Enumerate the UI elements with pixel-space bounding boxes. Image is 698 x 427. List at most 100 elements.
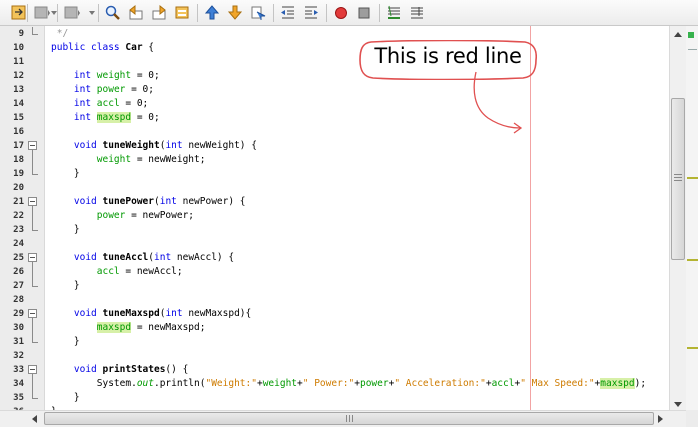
line-number: 14: [13, 99, 24, 109]
stripe-marker[interactable]: [687, 177, 698, 179]
code-line[interactable]: }: [51, 391, 80, 405]
fold-end: [32, 230, 38, 231]
error-stripe[interactable]: [686, 26, 698, 410]
code-token: int: [165, 308, 189, 319]
code-token: tunePower: [102, 196, 154, 207]
fold-toggle-icon[interactable]: [28, 309, 37, 318]
scroll-down-arrow-icon[interactable]: [674, 402, 682, 407]
line-number: 27: [13, 281, 24, 291]
code-token: );: [634, 378, 647, 389]
code-area[interactable]: */ public class Car { int weight = 0; int…: [45, 26, 669, 410]
uncomment-icon[interactable]: [408, 4, 426, 21]
code-token: = newMaxspd;: [131, 322, 206, 333]
shift-left-icon[interactable]: [279, 4, 297, 21]
code-token: int: [73, 70, 97, 81]
code-token: power: [96, 84, 126, 95]
line-number: 20: [13, 183, 24, 193]
next-bookmark-icon[interactable]: [226, 4, 244, 21]
previous-bookmark-icon[interactable]: [203, 4, 221, 21]
code-line[interactable]: public class Car {: [51, 41, 154, 55]
toolbar-separator: [98, 4, 99, 22]
code-line[interactable]: */: [51, 27, 68, 41]
line-number: 9: [18, 29, 24, 39]
fold-end: [32, 174, 38, 175]
code-line[interactable]: void printStates() {: [51, 363, 188, 377]
code-token: power: [96, 210, 126, 221]
scroll-left-arrow-icon[interactable]: [32, 415, 37, 423]
code-token: int: [73, 84, 97, 95]
find-icon[interactable]: [104, 4, 122, 21]
code-token: accl: [96, 266, 120, 277]
code-token: void: [73, 252, 103, 263]
code-line[interactable]: int maxspd = 0;: [51, 111, 160, 125]
find-next-icon[interactable]: [150, 4, 168, 21]
line-number: 23: [13, 225, 24, 235]
line-number: 22: [13, 211, 24, 221]
scroll-up-arrow-icon[interactable]: [674, 32, 682, 37]
code-line[interactable]: weight = newWeight;: [51, 153, 206, 167]
back-icon[interactable]: [33, 4, 51, 21]
code-line[interactable]: void tuneWeight(int newWeight) {: [51, 139, 257, 153]
line-number: 28: [13, 295, 24, 305]
stripe-marker[interactable]: [688, 49, 697, 50]
code-token: }: [73, 168, 80, 179]
chevron-down-icon[interactable]: [51, 11, 57, 15]
code-line[interactable]: int accl = 0;: [51, 97, 148, 111]
code-line[interactable]: }: [51, 335, 80, 349]
code-line[interactable]: int weight = 0;: [51, 69, 160, 83]
fold-guide: [32, 374, 33, 398]
code-line[interactable]: System.out.println("Weight:"+weight+" Po…: [51, 377, 646, 391]
find-previous-icon[interactable]: [127, 4, 145, 21]
stop-macro-icon[interactable]: [355, 4, 373, 21]
code-token: = newAccl;: [119, 266, 183, 277]
fold-toggle-icon[interactable]: [28, 141, 37, 150]
fold-end: [32, 286, 38, 287]
toggle-bookmark-icon[interactable]: [249, 4, 267, 21]
fold-guide: [32, 27, 33, 34]
last-edit-icon[interactable]: [10, 4, 28, 21]
code-token: = 0;: [131, 70, 160, 81]
code-token: maxspd: [96, 322, 132, 333]
code-line[interactable]: void tunePower(int newPower) {: [51, 195, 246, 209]
code-token: }: [73, 336, 80, 347]
code-line[interactable]: void tuneMaxspd(int newMaxspd){: [51, 307, 251, 321]
code-token: newPower) {: [182, 196, 246, 207]
fold-toggle-icon[interactable]: [28, 197, 37, 206]
code-token: = 0;: [131, 112, 160, 123]
fold-toggle-icon[interactable]: [28, 253, 37, 262]
code-line[interactable]: accl = newAccl;: [51, 265, 183, 279]
toggle-highlight-icon[interactable]: [173, 4, 191, 21]
chevron-down-icon[interactable]: [89, 11, 95, 15]
fold-toggle-icon[interactable]: [28, 365, 37, 374]
grip-icon: [346, 415, 355, 422]
code-token: weight: [262, 378, 298, 389]
toolbar-separator: [379, 4, 380, 22]
code-token: */: [56, 28, 69, 39]
toolbar-separator: [27, 4, 28, 22]
code-token: = 0;: [125, 84, 154, 95]
stripe-marker[interactable]: [687, 259, 698, 261]
code-token: tuneAccl: [102, 252, 149, 263]
code-line[interactable]: }: [51, 167, 80, 181]
scroll-right-arrow-icon[interactable]: [658, 415, 663, 423]
code-line[interactable]: void tuneAccl(int newAccl) {: [51, 251, 234, 265]
start-macro-icon[interactable]: [332, 4, 350, 21]
code-line[interactable]: power = newPower;: [51, 209, 194, 223]
stripe-marker[interactable]: [687, 347, 698, 349]
code-line[interactable]: maxspd = newMaxspd;: [51, 321, 205, 335]
toolbar-separator: [273, 4, 274, 22]
code-line[interactable]: }: [51, 279, 80, 293]
code-line[interactable]: int power = 0;: [51, 83, 154, 97]
no-errors-indicator-icon[interactable]: [688, 32, 694, 38]
line-number: 16: [13, 127, 24, 137]
code-token: int: [73, 98, 97, 109]
line-number: 30: [13, 323, 24, 333]
comment-icon[interactable]: [385, 4, 403, 21]
shift-right-icon[interactable]: [302, 4, 320, 21]
line-number: 13: [13, 85, 24, 95]
code-line[interactable]: }: [51, 223, 80, 237]
forward-icon[interactable]: [63, 4, 81, 21]
code-token: " Max Speed:": [520, 378, 595, 389]
code-token: newWeight) {: [188, 140, 257, 151]
code-token: }: [73, 392, 80, 403]
